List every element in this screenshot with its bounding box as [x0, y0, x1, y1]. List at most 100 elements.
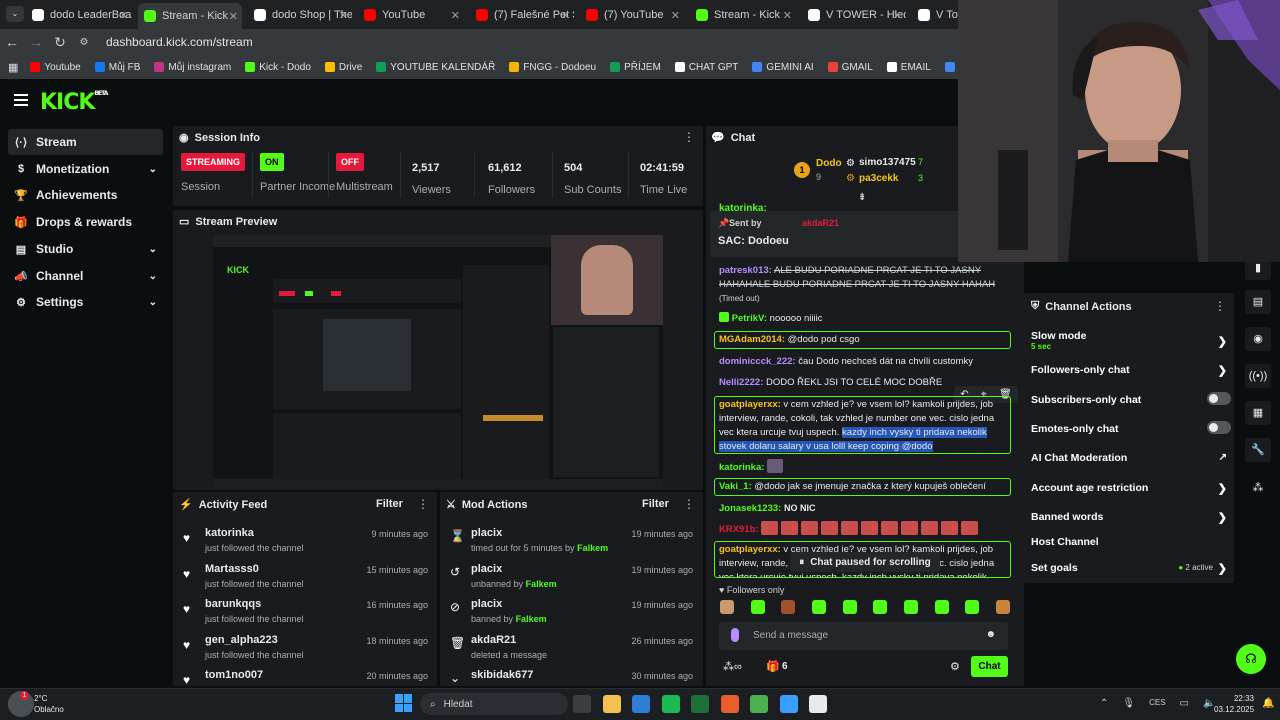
rail-layout-icon[interactable]: ▦	[1245, 401, 1271, 425]
chat-message[interactable]: Jonasek1233: NO NIC	[719, 501, 1011, 516]
bookmark-item[interactable]: EMAIL	[886, 62, 931, 73]
stream-preview-video[interactable]: KICK	[213, 235, 663, 488]
chat-message[interactable]: PetrikV: nooooo niiiic	[719, 312, 1011, 326]
browser-tab[interactable]: Stream - Kick ✕	[690, 4, 796, 26]
taskbar-app-icon[interactable]	[809, 695, 827, 713]
mod-more-icon[interactable]: ⋮	[683, 497, 695, 511]
bookmark-item[interactable]: Můj FB	[94, 62, 140, 73]
chat-username[interactable]: Nelli2222:	[719, 377, 763, 388]
bookmark-item[interactable]: Youtube	[30, 62, 81, 73]
chat-message[interactable]: katorinka:	[719, 459, 1011, 475]
taskbar-app-icon[interactable]	[750, 695, 768, 713]
sidebar-item-channel[interactable]: 📣 Channel ⌄	[8, 263, 163, 289]
chat-username[interactable]: PetrikV:	[732, 313, 767, 324]
bookmark-item[interactable]: GMAIL	[827, 62, 873, 73]
activity-row[interactable]: ♥ gen_alpha223 just followed the channel 18…	[176, 632, 438, 668]
chevron-down-icon[interactable]: ⌄	[149, 164, 157, 175]
close-tab-icon[interactable]: ✕	[339, 9, 348, 22]
tab-search-button[interactable]: ⌄	[6, 6, 24, 22]
activity-row[interactable]: ♥ barunkqqs just followed the channel 16 mi…	[176, 596, 438, 632]
activity-more-icon[interactable]: ⋮	[417, 497, 429, 511]
taskbar-app-icon[interactable]	[661, 695, 680, 713]
emote-quick-icon[interactable]	[934, 600, 949, 614]
expand-leaderboard-icon[interactable]: ⇟	[858, 192, 866, 203]
moderator-name[interactable]: Falkem	[577, 543, 608, 553]
pinned-message[interactable]: 📌 Sent by akdaR21 SAC: Dodoeu	[710, 211, 960, 257]
close-tab-icon[interactable]: ✕	[893, 9, 902, 22]
back-icon[interactable]: ←	[0, 34, 24, 50]
activity-row[interactable]: ♥ Martasss0 just followed the channel 15 mi…	[176, 561, 438, 597]
chat-username[interactable]: KRX91b:	[719, 524, 759, 535]
chat-message[interactable]: goatplayerxx: v cem vzhled je? ve vsem l…	[714, 396, 1011, 454]
chat-username[interactable]: goatplayerxx:	[719, 399, 781, 410]
activity-row[interactable]: ♥ katorinka just followed the channel 9 min…	[176, 525, 438, 561]
chat-username[interactable]: goatplayerxx:	[719, 544, 781, 555]
close-tab-icon[interactable]: ✕	[671, 9, 680, 22]
taskbar-app-icon[interactable]	[720, 695, 739, 713]
rail-tools-icon[interactable]: 🔧	[1245, 438, 1271, 462]
menu-icon[interactable]	[14, 94, 28, 106]
activity-username[interactable]: tom1no007	[205, 669, 263, 681]
bookmark-item[interactable]: Drive	[324, 62, 362, 73]
mod-target-username[interactable]: placix	[471, 598, 502, 610]
browser-tab[interactable]: (7) YouTube ✕	[580, 4, 684, 26]
moderator-name[interactable]: Falkem	[526, 579, 557, 589]
bookmark-item[interactable]: GEMINI AI	[752, 62, 814, 73]
mod-action-row[interactable]: ⌛ placix timed out for 5 minutes by Falkem…	[441, 525, 703, 561]
bookmark-item[interactable]: Kick - Dodo	[245, 62, 311, 73]
moderator-name[interactable]: Falkem	[516, 614, 547, 624]
chat-message[interactable]: patresk013: ALE BUDU PORIADNE PRCAT JE T…	[719, 264, 1011, 306]
mic-tray-icon[interactable]: 🎙	[1122, 698, 1135, 709]
chat-input[interactable]: Send a message ☻	[719, 622, 1008, 650]
subscribers-only-item[interactable]: Subscribers-only chat	[1031, 392, 1231, 406]
sidebar-item-drops-rewards[interactable]: 🎁 Drops & rewards	[8, 209, 163, 235]
close-tab-icon[interactable]: ✕	[229, 10, 238, 23]
sidebar-item-stream[interactable]: ⟨·⟩ Stream	[8, 129, 163, 155]
chevron-down-icon[interactable]: ⌄	[149, 244, 157, 255]
browser-tab[interactable]: (7) Falešné Pet Sir✕	[470, 4, 574, 26]
close-tab-icon[interactable]: ✕	[783, 9, 792, 22]
browser-tab[interactable]: Stream - Kick ✕	[138, 3, 242, 29]
network-icon[interactable]: ▭	[1180, 698, 1189, 709]
kick-logo[interactable]: KICKBETA	[40, 90, 108, 115]
taskbar-app-icon[interactable]	[691, 695, 709, 713]
chat-username[interactable]: katorinka:	[719, 462, 764, 473]
chevron-up-icon[interactable]: ⌃	[1100, 698, 1108, 709]
close-tab-icon[interactable]: ✕	[119, 9, 128, 22]
close-tab-icon[interactable]: ✕	[451, 9, 460, 22]
set-goals-item[interactable]: Set goals ● 2 active ❯	[1031, 562, 1231, 575]
emote-quick-icon[interactable]	[750, 600, 765, 614]
ai-moderation-item[interactable]: AI Chat Moderation ↗	[1031, 452, 1231, 464]
emote-quick-icon[interactable]	[781, 600, 796, 614]
sidebar-item-monetization[interactable]: $ Monetization ⌄	[8, 156, 163, 182]
rail-broadcast-icon[interactable]: ((•))	[1245, 364, 1271, 388]
mod-filter-button[interactable]: Filter	[642, 498, 669, 510]
activity-username[interactable]: barunkqqs	[205, 598, 261, 610]
weather-widget[interactable]: 2°C Oblačno	[34, 693, 64, 715]
mod-action-row[interactable]: ↺ placix unbanned by Falkem 19 minutes ago	[441, 561, 703, 597]
activity-filter-button[interactable]: Filter	[376, 498, 403, 510]
browser-tab[interactable]: dodo LeaderBoar ✕	[26, 4, 132, 26]
apps-icon[interactable]: ▦	[8, 61, 18, 74]
chat-message[interactable]: MGAdam2014: @dodo pod csgo	[714, 331, 1011, 349]
forward-icon[interactable]: →	[24, 34, 48, 50]
session-more-icon[interactable]: ⋮	[683, 130, 695, 144]
bookmark-item[interactable]: YOUTUBE KALENDÁŘ	[376, 62, 495, 73]
emotes-only-toggle[interactable]	[1207, 421, 1231, 434]
emote-quick-icon[interactable]	[811, 600, 826, 614]
clock[interactable]: 22:33 03.12.2025	[1214, 693, 1254, 715]
emote-quick-icon[interactable]	[720, 600, 734, 614]
bookmark-item[interactable]: FNGG - Dodoeu	[509, 62, 596, 73]
notifications-icon[interactable]: 🔔	[1262, 698, 1274, 709]
chat-username[interactable]: Vaki_1:	[719, 481, 752, 492]
rail-points-icon[interactable]: ⁂	[1245, 476, 1271, 500]
bookmark-item[interactable]: Můj instagram	[154, 62, 231, 73]
followers-only-item[interactable]: Followers-only chat ❯	[1031, 364, 1231, 377]
chat-message[interactable]: dominiccck_222: čau Dodo nechceš dát na …	[719, 355, 1011, 369]
chat-paused-banner[interactable]: ⏸ Chat paused for scrolling	[790, 552, 940, 572]
taskbar-search[interactable]: ⌕ Hledat	[420, 693, 568, 715]
bookmark-item[interactable]: CHAT GPT	[674, 62, 738, 73]
sidebar-item-studio[interactable]: ▤ Studio ⌄	[8, 236, 163, 262]
mod-target-username[interactable]: placix	[471, 563, 502, 575]
browser-tab[interactable]: V TOWER - Hledá✕	[802, 4, 906, 26]
